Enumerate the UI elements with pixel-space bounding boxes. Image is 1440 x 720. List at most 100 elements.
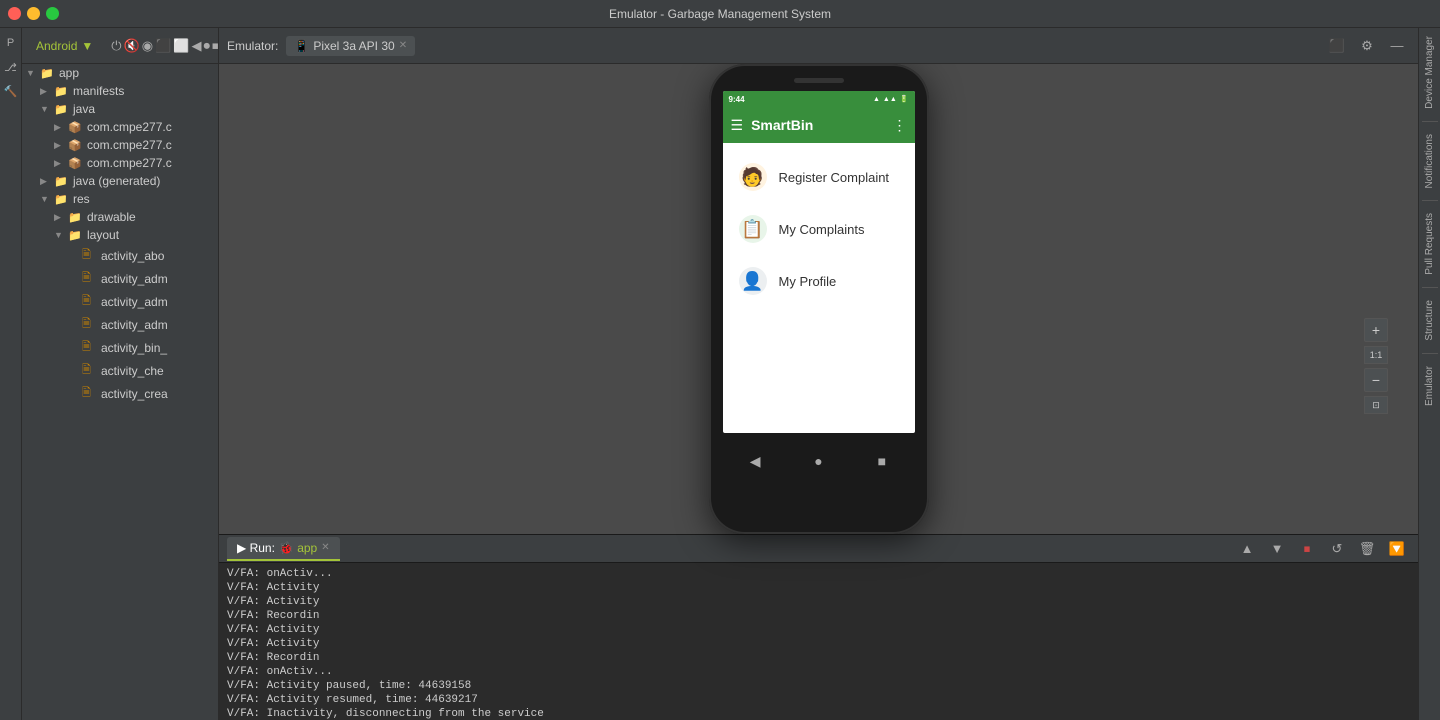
tree-arrow: ▶ [54, 212, 68, 223]
wifi-icon: ▲ [873, 96, 880, 103]
left-icon-strip: P ⎇ 🔨 [0, 28, 22, 720]
drawer-item-register-complaint[interactable]: 🧑 Register Complaint [723, 151, 915, 203]
bottom-panel: ▶ Run: 🐞 app ✕ ▲ ▼ ⏹ ↺ 🗑 🔽 V/FA: onActiv [219, 534, 1418, 720]
build-icon[interactable]: 🔨 [0, 80, 22, 102]
folder-icon: 📁 [54, 85, 70, 98]
notifications-panel[interactable]: Notifications [1421, 126, 1438, 196]
toolbar-btn-sound[interactable]: ◉ [142, 33, 153, 59]
right-panels: Device Manager Notifications Pull Reques… [1418, 28, 1440, 720]
filter-log-btn[interactable]: 🔽 [1384, 536, 1410, 562]
tree-item-file4[interactable]: ▶ 🗎 activity_adm [22, 313, 218, 336]
tree-arrow: ▼ [40, 104, 54, 114]
tree-item-res[interactable]: ▼ 📁 res [22, 190, 218, 208]
scroll-up-btn[interactable]: ▲ [1234, 536, 1260, 562]
file-icon: 🗎 [82, 315, 98, 334]
log-line: V/FA: onActiv... [227, 567, 1410, 581]
device-manager-panel[interactable]: Device Manager [1421, 28, 1438, 117]
nav-home-button[interactable]: ● [803, 451, 833, 471]
tree-item-com3[interactable]: ▶ 📦 com.cmpe277.c [22, 154, 218, 172]
tree-item-app[interactable]: ▼ 📁 app [22, 64, 218, 82]
toolbar-btn-back[interactable]: ◀ [191, 33, 201, 59]
toolbar-btn-record[interactable]: ⏺ [203, 33, 210, 59]
title-bar: Emulator - Garbage Management System [0, 0, 1440, 28]
tree-item-java-gen[interactable]: ▶ 📁 java (generated) [22, 172, 218, 190]
device-selector[interactable]: 📱 Pixel 3a API 30 ✕ [286, 36, 415, 56]
ide-sidebar: Android ▼ ⏻ 🔇 ◉ ⬛ ⬜ ◀ ⏺ ⏹ 📷 🎥 ↺ ⋮ ▼ 📁 ap… [22, 28, 219, 720]
tree-item-drawable[interactable]: ▶ 📁 drawable [22, 208, 218, 226]
maximize-button[interactable] [46, 7, 59, 20]
scroll-down-btn[interactable]: ▼ [1264, 536, 1290, 562]
tree-label: activity_adm [101, 318, 168, 332]
log-output: V/FA: onActiv... V/FA: Activity V/FA: Ac… [219, 563, 1418, 720]
tree-arrow: ▶ [40, 176, 54, 187]
phone-screen[interactable]: 9:44 ▲ ▲▲ 🔋 ☰ SmartBin ⋮ [723, 91, 915, 433]
drawer-menu: 🧑 Register Complaint 📋 My Complaints [723, 143, 915, 315]
zoom-in-button[interactable]: + [1364, 318, 1388, 342]
tree-label: activity_abo [101, 249, 164, 263]
folder-icon: 📁 [68, 211, 84, 224]
log-line: V/FA: Activity [227, 637, 1410, 651]
log-line-inactivity: V/FA: Inactivity, disconnecting from the… [227, 707, 1410, 720]
zoom-out-button[interactable]: − [1364, 368, 1388, 392]
minimize-button[interactable] [27, 7, 40, 20]
structure-panel[interactable]: Structure [1421, 292, 1438, 349]
tree-item-file1[interactable]: ▶ 🗎 activity_abo [22, 244, 218, 267]
log-line: V/FA: Activity [227, 581, 1410, 595]
toolbar-btn-rotate1[interactable]: ⬛ [155, 33, 171, 59]
toolbar-btn-rotate2[interactable]: ⬜ [173, 33, 189, 59]
my-complaints-icon: 📋 [739, 215, 767, 243]
project-tree: ▼ 📁 app ▶ 📁 manifests ▼ 📁 java ▶ 📦 com.c… [22, 64, 218, 720]
folder-icon: 📁 [54, 103, 70, 116]
folder-icon: 📁 [54, 193, 70, 206]
file-icon: 🗎 [82, 361, 98, 380]
device-name: Pixel 3a API 30 [313, 39, 394, 53]
center-content: Emulator: 📱 Pixel 3a API 30 ✕ ⬛ ⚙ — [219, 28, 1418, 720]
android-dropdown[interactable]: Android ▼ [30, 37, 99, 55]
drawer-item-my-complaints[interactable]: 📋 My Complaints [723, 203, 915, 255]
tree-item-com1[interactable]: ▶ 📦 com.cmpe277.c [22, 118, 218, 136]
tree-arrow: ▼ [26, 68, 40, 78]
folder-pkg-icon: 📦 [68, 139, 84, 152]
toolbar-btn-power[interactable]: ⏻ [111, 33, 121, 59]
close-button[interactable] [8, 7, 21, 20]
clear-log-btn[interactable]: 🗑 [1354, 536, 1380, 562]
tree-label: com.cmpe277.c [87, 156, 172, 170]
hamburger-menu-icon[interactable]: ☰ [731, 117, 744, 134]
minimize-emulator-btn[interactable]: — [1384, 33, 1410, 59]
run-tab-close[interactable]: ✕ [321, 542, 329, 553]
tree-item-file7[interactable]: ▶ 🗎 activity_crea [22, 382, 218, 405]
project-icon[interactable]: P [0, 32, 22, 54]
tree-label: activity_bin_ [101, 341, 167, 355]
settings-btn[interactable]: ⚙ [1354, 33, 1380, 59]
register-complaint-icon: 🧑 [739, 163, 767, 191]
zoom-fit-button[interactable]: ⊡ [1364, 396, 1388, 414]
panel-separator [1422, 200, 1438, 201]
file-icon: 🗎 [82, 338, 98, 357]
tree-item-file2[interactable]: ▶ 🗎 activity_adm [22, 267, 218, 290]
commit-icon[interactable]: ⎇ [0, 56, 22, 78]
more-options-icon[interactable]: ⋮ [893, 117, 907, 134]
tree-arrow: ▶ [54, 158, 68, 169]
pull-requests-panel[interactable]: Pull Requests [1421, 205, 1438, 283]
tree-item-java[interactable]: ▼ 📁 java [22, 100, 218, 118]
run-tab-app: 🐞 app [279, 541, 317, 555]
zoom-controls: + 1:1 − ⊡ [1364, 318, 1388, 414]
toolbar-btn-mute[interactable]: 🔇 [124, 33, 140, 59]
nav-recents-button[interactable]: ■ [867, 451, 897, 471]
fullscreen-btn[interactable]: ⬛ [1324, 33, 1350, 59]
nav-back-button[interactable]: ◀ [740, 451, 770, 471]
toolbar-btn-stop[interactable]: ⏹ [212, 33, 219, 59]
stop-run-btn[interactable]: ⏹ [1294, 536, 1320, 562]
ide-toolbar: Android ▼ ⏻ 🔇 ◉ ⬛ ⬜ ◀ ⏺ ⏹ 📷 🎥 ↺ ⋮ [22, 28, 218, 64]
drawer-item-my-profile[interactable]: 👤 My Profile [723, 255, 915, 307]
run-tab[interactable]: ▶ Run: 🐞 app ✕ [227, 537, 340, 561]
tree-item-file3[interactable]: ▶ 🗎 activity_adm [22, 290, 218, 313]
tree-item-manifests[interactable]: ▶ 📁 manifests [22, 82, 218, 100]
tree-item-layout[interactable]: ▼ 📁 layout [22, 226, 218, 244]
emulator-panel[interactable]: Emulator [1421, 358, 1438, 414]
tree-item-file6[interactable]: ▶ 🗎 activity_che [22, 359, 218, 382]
tree-item-file5[interactable]: ▶ 🗎 activity_bin_ [22, 336, 218, 359]
tree-item-com2[interactable]: ▶ 📦 com.cmpe277.c [22, 136, 218, 154]
rerun-btn[interactable]: ↺ [1324, 536, 1350, 562]
folder-icon: 📁 [68, 229, 84, 242]
